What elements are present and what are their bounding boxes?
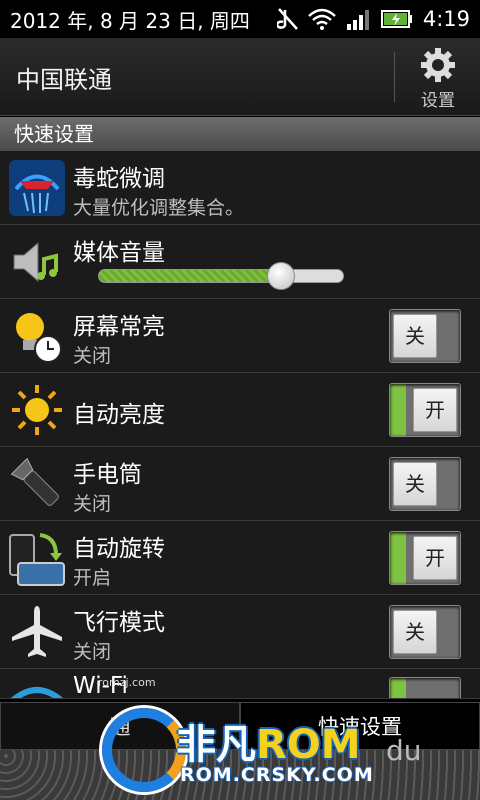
airplane-mode-toggle[interactable]: 关 [389, 605, 461, 659]
item-subtitle: 关闭 [73, 493, 112, 515]
item-title: 自动亮度 [73, 402, 165, 428]
rotate-icon [9, 533, 65, 586]
list-item-wifi[interactable]: Wi-Fi [0, 669, 480, 699]
item-title: 屏幕常亮 [73, 314, 165, 340]
watermark-small-text: romzj.com [98, 676, 156, 689]
list-item-auto-rotate[interactable]: 自动旋转 开启 开 [0, 521, 480, 595]
item-subtitle: 开启 [73, 567, 112, 589]
wifi-toggle[interactable] [389, 677, 461, 698]
item-title: 自动旋转 [73, 536, 165, 562]
item-subtitle: 关闭 [73, 641, 112, 663]
volume-slider-fill [99, 270, 282, 282]
no-sound-icon [276, 8, 298, 30]
speaker-icon [13, 241, 58, 283]
status-date: 2012 年, 8 月 23 日, 周四 [10, 8, 250, 33]
airplane-icon [12, 606, 62, 657]
watermark-logo: 非凡ROM ROM.CRSKY.COM du [96, 706, 426, 798]
status-icons [276, 7, 413, 31]
list-item-media-volume: 媒体音量 [0, 225, 480, 299]
gear-icon [421, 48, 455, 82]
wifi-icon [10, 687, 64, 698]
wifi-icon [307, 8, 336, 30]
section-quick-settings: 快速设置 [0, 117, 480, 151]
watermark-brand: 非凡ROM [176, 712, 361, 770]
item-title: 手电筒 [73, 462, 142, 488]
header-divider [394, 52, 395, 102]
list-item-auto-brightness[interactable]: 自动亮度 开 [0, 373, 480, 447]
sun-icon [12, 385, 62, 435]
item-title: 毒蛇微调 [73, 166, 165, 192]
item-subtitle: 大量优化调整集合。 [73, 197, 245, 219]
flashlight-icon [10, 457, 59, 506]
viper-app-icon [9, 160, 65, 216]
list-item-flashlight[interactable]: 手电筒 关闭 关 [0, 447, 480, 521]
quick-settings-list: 毒蛇微调 大量优化调整集合。 媒体音量 屏幕常亮 关闭 关 自动亮度 开 手电筒… [0, 151, 480, 699]
signal-icon [346, 10, 369, 30]
battery-charging-icon [380, 10, 412, 28]
status-bar: 2012 年, 8 月 23 日, 周四 4:19 [0, 0, 480, 38]
watermark-extra: du [386, 734, 422, 767]
volume-slider[interactable] [98, 262, 344, 290]
list-item-airplane-mode[interactable]: 飞行模式 关闭 关 [0, 595, 480, 669]
bulb-clock-icon [16, 313, 62, 363]
carrier-name: 中国联通 [16, 66, 112, 94]
list-item-viper[interactable]: 毒蛇微调 大量优化调整集合。 [0, 151, 480, 225]
auto-brightness-toggle[interactable]: 开 [389, 383, 461, 437]
item-title: 媒体音量 [73, 240, 165, 266]
notification-header: 中国联通 设置 [0, 38, 480, 116]
watermark-brand-rom: ROM [256, 722, 361, 768]
status-time: 4:19 [422, 7, 470, 31]
toggle-knob: 开 [413, 536, 457, 580]
settings-label: 设置 [421, 91, 455, 111]
watermark-ring [102, 708, 186, 792]
watermark-brand-cn: 非凡 [176, 722, 256, 768]
auto-rotate-toggle[interactable]: 开 [389, 531, 461, 585]
volume-slider-thumb[interactable] [267, 262, 296, 290]
toggle-knob: 关 [393, 610, 437, 654]
settings-button[interactable]: 设置 [406, 46, 470, 112]
item-title: 飞行模式 [73, 610, 165, 636]
toggle-knob: 关 [393, 314, 437, 358]
item-subtitle: 关闭 [73, 345, 112, 367]
list-item-screen-on[interactable]: 屏幕常亮 关闭 关 [0, 299, 480, 373]
flashlight-toggle[interactable]: 关 [389, 457, 461, 511]
watermark-url: ROM.CRSKY.COM [180, 764, 374, 786]
toggle-knob: 开 [413, 388, 457, 432]
toggle-knob: 关 [393, 462, 437, 506]
screen-on-toggle[interactable]: 关 [389, 309, 461, 363]
